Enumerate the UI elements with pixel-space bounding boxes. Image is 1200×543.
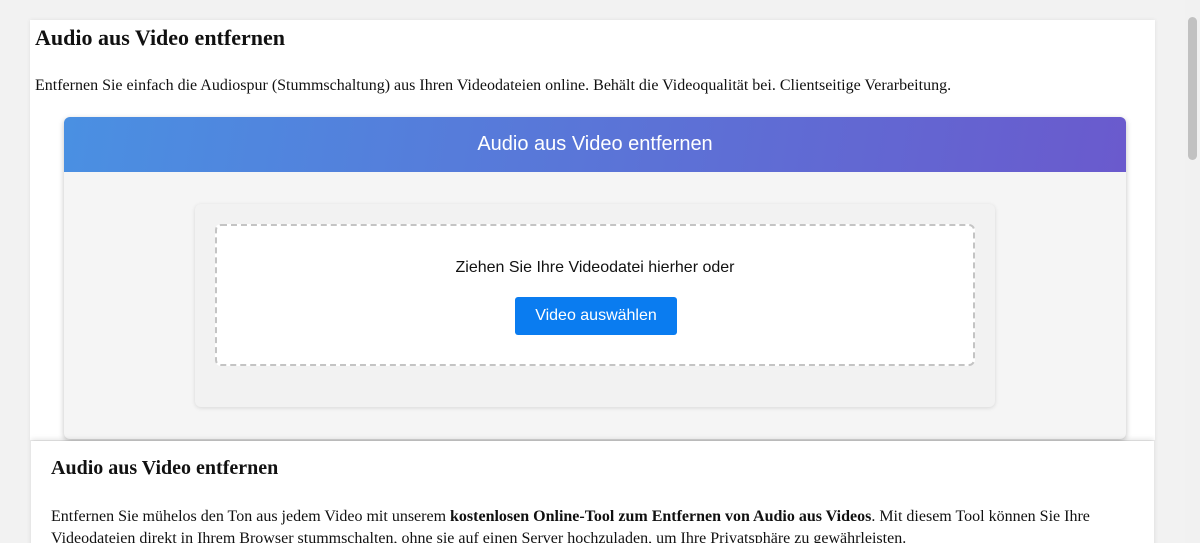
tool-header: Audio aus Video entfernen [64, 117, 1126, 172]
select-video-button[interactable]: Video auswählen [515, 297, 677, 335]
video-drop-zone[interactable]: Ziehen Sie Ihre Videodatei hierher oder … [215, 224, 975, 366]
page-card: Audio aus Video entfernen Entfernen Sie … [30, 20, 1155, 440]
scrollbar-thumb[interactable] [1188, 17, 1197, 160]
viewport: Audio aus Video entfernen Entfernen Sie … [0, 0, 1200, 543]
info-section: Audio aus Video entfernen Entfernen Sie … [31, 441, 1154, 543]
tool-header-title: Audio aus Video entfernen [477, 133, 713, 155]
info-text-bold: kostenlosen Online-Tool zum Entfernen vo… [450, 508, 872, 525]
upload-card: Ziehen Sie Ihre Videodatei hierher oder … [195, 204, 995, 407]
page-title: Audio aus Video entfernen [35, 25, 285, 50]
remove-audio-tool: Audio aus Video entfernen Ziehen Sie Ihr… [64, 117, 1126, 439]
info-title: Audio aus Video entfernen [51, 457, 279, 479]
page-intro: Entfernen Sie einfach die Audiospur (Stu… [35, 77, 952, 94]
info-text: Entfernen Sie mühelos den Ton aus jedem … [51, 506, 1126, 543]
vertical-scrollbar[interactable] [1185, 0, 1200, 543]
info-text-part1: Entfernen Sie mühelos den Ton aus jedem … [51, 508, 451, 525]
drop-zone-text: Ziehen Sie Ihre Videodatei hierher oder [455, 259, 735, 276]
